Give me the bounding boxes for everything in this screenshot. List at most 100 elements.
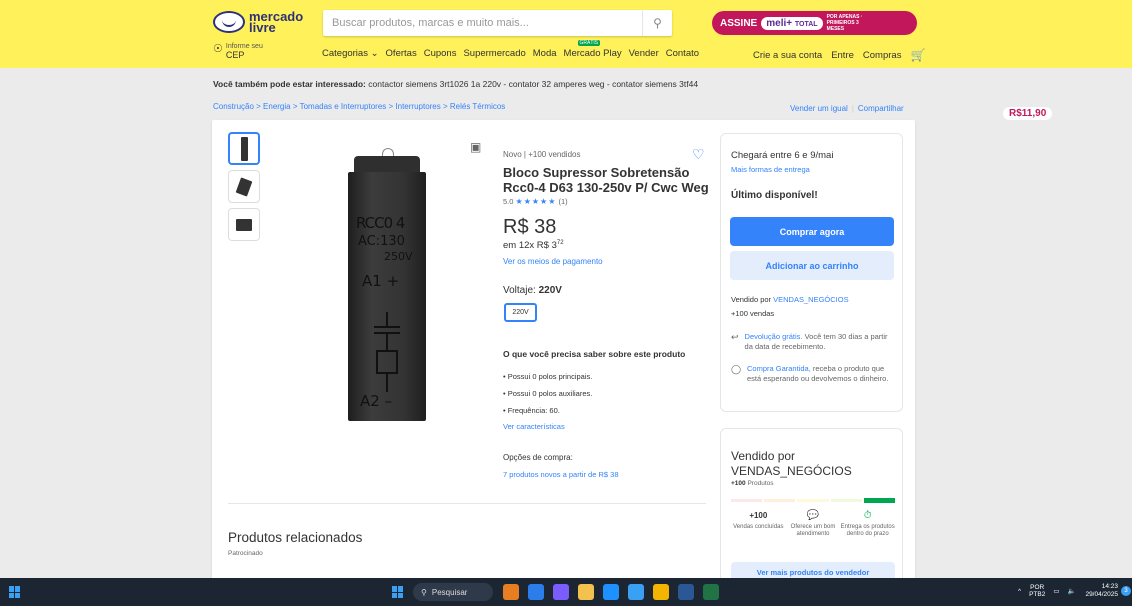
taskbar-app-icon[interactable]	[528, 584, 544, 600]
nav-vender[interactable]: Vender	[629, 48, 659, 59]
site-header: mercado livre ⚲ ASSINE meli+ TOTAL R$11,…	[0, 0, 1132, 120]
thumbnail-2[interactable]	[228, 170, 260, 203]
taskbar-search[interactable]: ⚲ Pesquisar	[413, 583, 493, 601]
device-symbol	[372, 312, 402, 392]
volume-icon[interactable]: 🔈	[1067, 587, 1075, 595]
taskbar-app-icon[interactable]	[553, 584, 569, 600]
thumbnail-1[interactable]	[228, 132, 260, 165]
clock-time: 14:23	[1101, 583, 1118, 590]
search-input[interactable]	[323, 10, 642, 36]
cart-icon[interactable]: 🛒	[910, 48, 925, 62]
seller-stats: +100 Vendas concluídas 💬 Oferece um bom …	[731, 510, 895, 538]
share-link[interactable]: Compartilhar	[858, 104, 904, 113]
guarantee-link[interactable]: Compra Garantida,	[747, 364, 811, 373]
free-return-link[interactable]: Devolução grátis.	[745, 332, 803, 341]
divider	[228, 503, 706, 504]
cep-label: CEP	[225, 50, 245, 60]
taskbar-app-icon[interactable]	[578, 584, 594, 600]
heart-icon[interactable]: ♡	[692, 146, 705, 163]
buy-box: Chegará entre 6 e 9/mai Mais formas de e…	[720, 133, 903, 412]
taskbar-app-icon[interactable]	[603, 584, 619, 600]
related-searches-items[interactable]: contactor siemens 3rt1026 1a 220v - cont…	[368, 79, 698, 89]
purchase-options-link[interactable]: 7 produtos novos a partir de R$ 38	[503, 470, 619, 479]
seller-line: Vendido por VENDAS_NEGÓCIOS	[731, 295, 849, 304]
login-link[interactable]: Entre	[831, 50, 854, 61]
free-badge: GRÁTIS	[577, 40, 601, 46]
seller-product-count: +100 Produtos	[731, 480, 774, 487]
thumbnail-image	[240, 136, 248, 161]
related-searches-label: Você também pode estar interessado:	[213, 79, 366, 89]
nav-mercado-play-label: Mercado Play	[563, 48, 622, 59]
main-nav: Categorias ⌄ Ofertas Cupons Supermercado…	[322, 40, 699, 59]
stat-sales-label: Vendas concluídas	[733, 524, 784, 530]
see-features-link[interactable]: Ver características	[503, 422, 565, 431]
voltage-option-220v[interactable]: 220V	[504, 303, 537, 322]
voltage-selected: 220V	[538, 285, 562, 296]
windows-taskbar: ⚲ Pesquisar ^ POR PTB2 ▭ 🔈 14:23 29/04/20…	[0, 578, 1132, 606]
payment-methods-link[interactable]: Ver os meios de pagamento	[503, 257, 603, 266]
thermometer-segment	[764, 499, 796, 502]
product-highlights-title: O que você precisa saber sobre este prod…	[503, 349, 686, 359]
network-icon[interactable]: ▭	[1053, 587, 1059, 595]
installments: em 12x R$ 372	[503, 240, 564, 251]
buy-now-button[interactable]: Comprar agora	[730, 217, 894, 246]
taskbar-app-icon[interactable]	[503, 584, 519, 600]
windows-start-icon[interactable]	[392, 586, 404, 598]
guarantee-text: Compra Garantida, receba o produto que e…	[747, 364, 895, 384]
taskbar-search-label: Pesquisar	[431, 587, 468, 597]
search-icon[interactable]: ⚲	[642, 10, 672, 36]
product-main-image[interactable]: RCC0 4 AC:130 250V A1 + A2 –	[348, 148, 426, 421]
widgets-icon[interactable]	[9, 586, 21, 598]
stock-status: Último disponível!	[731, 190, 818, 201]
nav-cupons[interactable]: Cupons	[424, 48, 457, 59]
taskbar-app-icon[interactable]	[653, 584, 669, 600]
thumbnail-image	[235, 176, 253, 197]
star-icons: ★★★★★	[515, 197, 557, 206]
sell-similar-link[interactable]: Vender um igual	[790, 104, 848, 113]
nav-moda[interactable]: Moda	[533, 48, 557, 59]
installments-cents: 72	[556, 240, 564, 246]
mercado-livre-logo[interactable]: mercado livre	[213, 8, 304, 36]
seller-link[interactable]: VENDAS_NEGÓCIOS	[773, 295, 848, 304]
purchases-link[interactable]: Compras	[863, 50, 902, 61]
seller-card: Vendido por VENDAS_NEGÓCIOS +100 Produto…	[720, 428, 903, 583]
nav-supermercado[interactable]: Supermercado	[463, 48, 525, 59]
nav-ofertas[interactable]: Ofertas	[386, 48, 417, 59]
nav-mercado-play[interactable]: GRÁTIS Mercado Play	[563, 40, 622, 59]
search-icon: ⚲	[421, 587, 427, 597]
highlight-item: Possui 0 polos auxiliares.	[503, 385, 593, 402]
shield-icon: ◯	[731, 364, 742, 374]
voltage-label: Voltaje: 220V	[503, 285, 562, 296]
rating-value: 5.0	[503, 197, 514, 206]
notification-badge[interactable]: 3	[1121, 586, 1131, 596]
nav-categorias[interactable]: Categorias ⌄	[322, 48, 379, 59]
nav-contato[interactable]: Contato	[666, 48, 699, 59]
purchase-guarantee-benefit: ◯ Compra Garantida, receba o produto que…	[731, 364, 895, 384]
language-indicator[interactable]: POR PTB2	[1029, 584, 1045, 598]
taskbar-app-icon[interactable]	[628, 584, 644, 600]
seller-card-title: Vendido por VENDAS_NEGÓCIOS	[731, 449, 852, 478]
clock-date: 29/04/2025	[1085, 591, 1118, 598]
more-delivery-options-link[interactable]: Mais formas de entrega	[731, 165, 810, 174]
device-label-voltage: AC:130	[358, 234, 405, 249]
create-account-link[interactable]: Crie a sua conta	[753, 50, 822, 61]
zoom-icon[interactable]: ▣	[470, 140, 481, 154]
thermometer-segment	[863, 498, 896, 503]
meli-total-promo-banner[interactable]: ASSINE meli+ TOTAL R$11,90 POR APENAS · …	[712, 11, 1053, 120]
taskbar-app-icon[interactable]	[703, 584, 719, 600]
highlight-item: Frequência: 60.	[503, 402, 592, 419]
product-rating[interactable]: 5.0 ★★★★★ (1)	[503, 197, 568, 206]
breadcrumb[interactable]: Construção > Energia > Tomadas e Interru…	[213, 102, 505, 111]
clock[interactable]: 14:23 29/04/2025	[1076, 583, 1118, 599]
stat-delivery: ⏱ Entrega os produtos dentro do prazo	[840, 510, 895, 538]
cep-selector[interactable]: ☉ Informe seu CEP	[213, 43, 263, 60]
promo-assine: ASSINE	[720, 17, 758, 29]
chevron-up-icon[interactable]: ^	[1018, 588, 1021, 595]
return-arrow-icon: ↩	[731, 332, 739, 342]
add-to-cart-button[interactable]: Adicionar ao carrinho	[730, 251, 894, 280]
logo-text: mercado livre	[249, 9, 304, 35]
promo-meli-logo: meli+ TOTAL	[761, 16, 823, 30]
thumbnail-3[interactable]	[228, 208, 260, 241]
device-pin	[382, 148, 394, 156]
taskbar-app-icon[interactable]	[678, 584, 694, 600]
